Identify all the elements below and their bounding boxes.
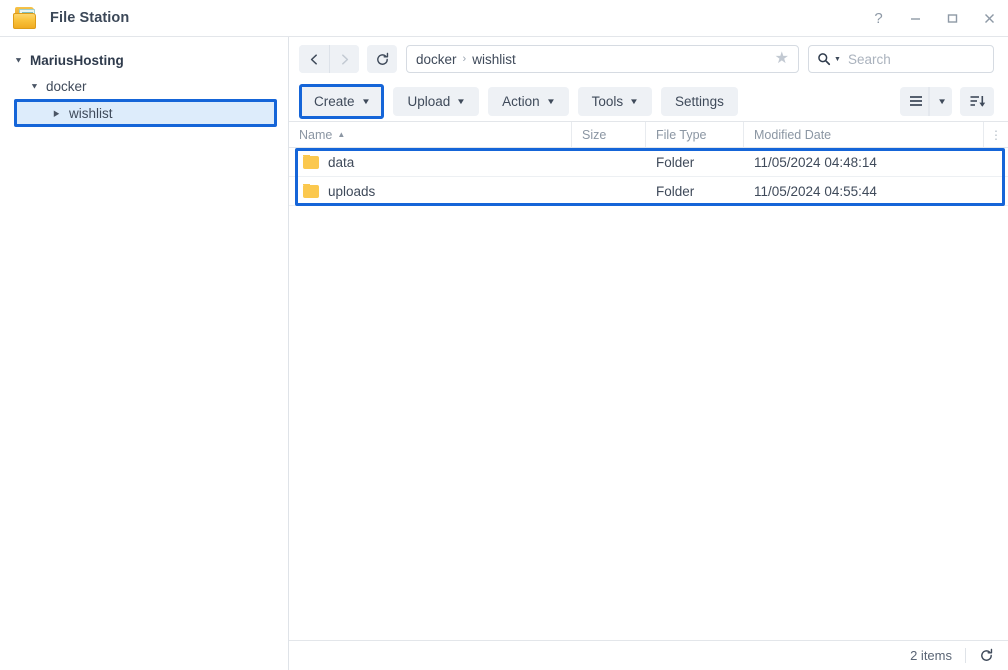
- file-name-label: uploads: [328, 183, 376, 199]
- column-header-size[interactable]: Size: [572, 122, 646, 147]
- column-header-modified-date[interactable]: Modified Date: [744, 122, 984, 147]
- sidebar: MariusHosting docker wishlist: [0, 37, 289, 670]
- list-view-icon[interactable]: [900, 87, 931, 116]
- breadcrumb-item-docker[interactable]: docker: [416, 52, 457, 67]
- column-header-file-type[interactable]: File Type: [646, 122, 744, 147]
- upload-button-label: Upload: [407, 93, 451, 109]
- file-name-label: data: [328, 154, 355, 170]
- chevron-down-icon[interactable]: [14, 56, 28, 65]
- breadcrumb-separator: ›: [462, 53, 467, 65]
- action-button-label: Action: [502, 93, 540, 109]
- chevron-down-icon: ▼: [456, 96, 467, 106]
- file-type-cell: Folder: [656, 154, 695, 170]
- item-count-label: 2 items: [910, 648, 966, 663]
- table-row[interactable]: uploads Folder 11/05/2024 04:55:44: [289, 177, 1008, 206]
- sidebar-item-wishlist[interactable]: wishlist: [14, 99, 277, 127]
- window-controls: ?: [860, 0, 1008, 36]
- sidebar-item-label: wishlist: [69, 105, 113, 121]
- chevron-down-icon[interactable]: ▼: [834, 56, 841, 63]
- refresh-icon[interactable]: [966, 648, 994, 663]
- breadcrumb-item-wishlist[interactable]: wishlist: [472, 52, 516, 67]
- search-placeholder: Search: [847, 51, 891, 67]
- forward-button: [329, 45, 359, 73]
- refresh-button[interactable]: [367, 45, 397, 73]
- view-controls: ▼: [900, 86, 994, 116]
- app-title: File Station: [50, 10, 130, 26]
- window-body: MariusHosting docker wishlist: [0, 37, 1008, 670]
- action-button[interactable]: Action ▼: [488, 86, 569, 116]
- help-glyph: ?: [874, 9, 883, 27]
- file-modified-cell: 11/05/2024 04:48:14: [754, 154, 877, 170]
- sidebar-item-mariushosting[interactable]: MariusHosting: [0, 47, 288, 73]
- sidebar-item-label: MariusHosting: [30, 52, 124, 68]
- help-icon[interactable]: ?: [860, 0, 897, 37]
- tools-button-label: Tools: [591, 93, 624, 109]
- settings-button-label: Settings: [675, 93, 724, 109]
- search-icon: [817, 52, 831, 66]
- back-button[interactable]: [299, 45, 329, 73]
- main-panel: docker › wishlist ★ ▼ Search Create ▼ Up…: [289, 37, 1008, 670]
- file-list-header: Name ▲ Size File Type Modified Date ⋮: [289, 122, 1008, 148]
- chevron-down-icon: ▼: [629, 96, 640, 106]
- breadcrumb[interactable]: docker › wishlist ★: [406, 45, 799, 73]
- table-row[interactable]: data Folder 11/05/2024 04:48:14: [289, 148, 1008, 177]
- action-toolbar: Create ▼ Upload ▼ Action ▼ Tools ▼ Setti…: [289, 81, 1008, 121]
- file-rows-container: data Folder 11/05/2024 04:48:14 uploads …: [289, 148, 1008, 640]
- search-input[interactable]: ▼ Search: [808, 45, 994, 73]
- sort-ascending-icon: ▲: [337, 130, 346, 139]
- column-header-label: Modified Date: [754, 127, 832, 142]
- star-icon[interactable]: ★: [775, 51, 789, 67]
- sort-descending-icon[interactable]: [960, 86, 994, 116]
- nav-history-group: [299, 45, 359, 73]
- folder-icon: [12, 6, 38, 30]
- maximize-icon[interactable]: [934, 0, 971, 37]
- file-station-window: File Station ? MariusHosting: [0, 0, 1008, 670]
- file-name-cell: uploads: [289, 183, 572, 199]
- chevron-down-icon[interactable]: ▼: [928, 86, 952, 116]
- create-button[interactable]: Create ▼: [299, 83, 385, 119]
- folder-icon: [303, 154, 319, 169]
- view-mode-group: ▼: [900, 86, 952, 116]
- file-list: Name ▲ Size File Type Modified Date ⋮ da…: [289, 121, 1008, 670]
- title-bar: File Station ?: [0, 0, 1008, 37]
- column-header-label: File Type: [656, 127, 707, 142]
- close-icon[interactable]: [971, 0, 1008, 37]
- upload-button[interactable]: Upload ▼: [393, 86, 480, 116]
- sidebar-item-docker[interactable]: docker: [0, 73, 288, 99]
- status-bar: 2 items: [289, 640, 1008, 670]
- navigation-bar: docker › wishlist ★ ▼ Search: [289, 37, 1008, 81]
- column-header-label: Name: [299, 127, 333, 142]
- column-header-name[interactable]: Name ▲: [289, 122, 572, 147]
- folder-icon: [303, 183, 319, 198]
- chevron-down-icon: ▼: [360, 96, 371, 106]
- chevron-right-icon[interactable]: [53, 109, 67, 118]
- column-header-label: Size: [582, 127, 607, 142]
- chevron-down-icon[interactable]: [30, 82, 44, 91]
- sidebar-item-label: docker: [46, 78, 87, 94]
- settings-button[interactable]: Settings: [661, 86, 738, 116]
- kebab-menu-icon[interactable]: ⋮: [984, 122, 1008, 147]
- tools-button[interactable]: Tools ▼: [577, 86, 653, 116]
- file-name-cell: data: [289, 154, 572, 170]
- minimize-icon[interactable]: [897, 0, 934, 37]
- file-type-cell: Folder: [656, 183, 695, 199]
- chevron-down-icon: ▼: [545, 96, 556, 106]
- create-button-label: Create: [314, 93, 355, 109]
- file-modified-cell: 11/05/2024 04:55:44: [754, 183, 877, 199]
